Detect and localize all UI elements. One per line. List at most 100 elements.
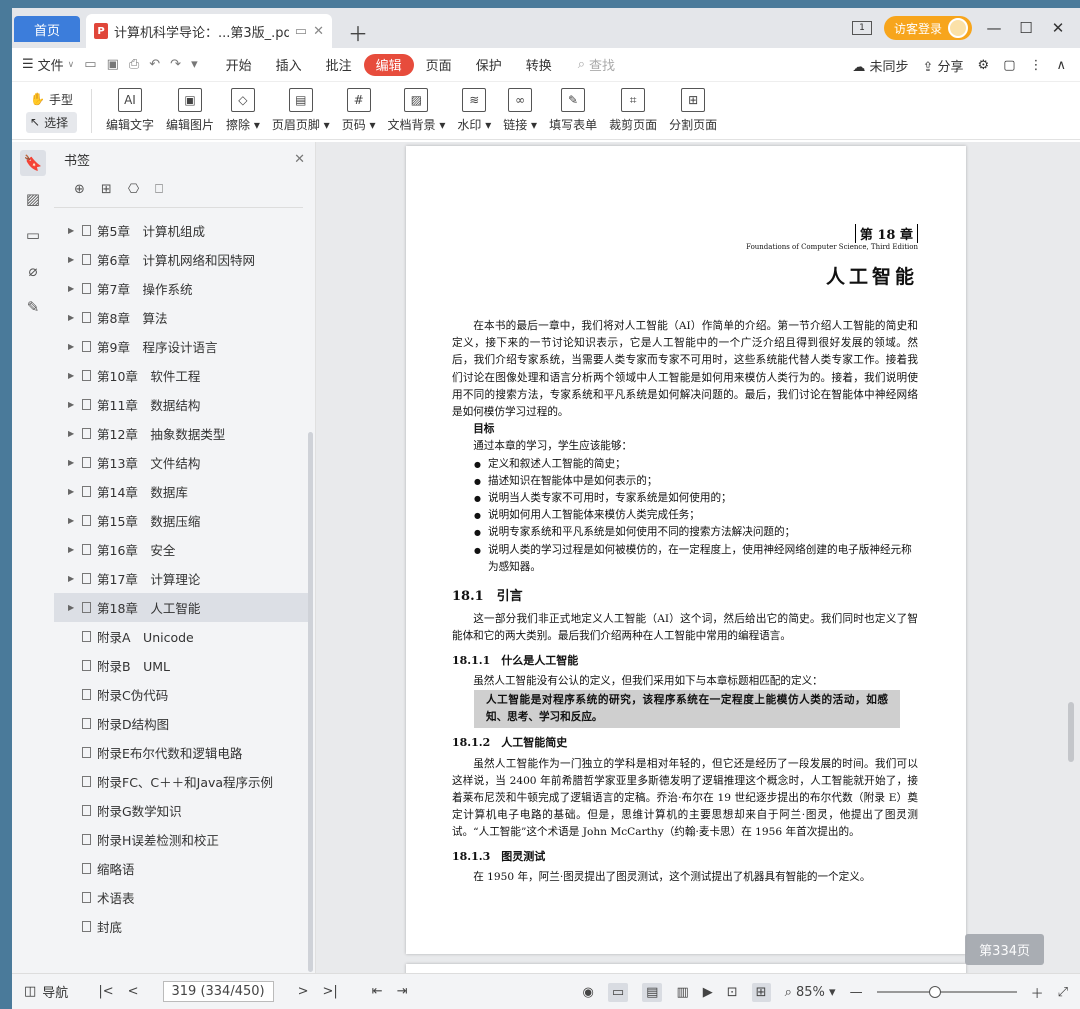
bookmark-item[interactable]: ▶ 第18章 人工智能 — [54, 593, 309, 622]
bookmark-item[interactable]: 附录FC、C＋＋和Java程序示例 — [54, 767, 309, 796]
minimize-button[interactable]: — — [984, 19, 1004, 37]
window-layout-icon[interactable]: 1 — [851, 21, 872, 35]
save-icon[interactable]: ▣ — [107, 57, 119, 72]
sync-button[interactable]: ☁ 未同步 — [852, 56, 908, 75]
continuous-view-icon[interactable]: ▤ — [642, 982, 663, 1002]
zoom-slider[interactable] — [876, 986, 1017, 998]
add-child-bookmark-icon[interactable]: ⊞ — [101, 182, 112, 197]
print-icon[interactable]: ⎙ — [129, 57, 139, 72]
single-page-view-icon[interactable]: ▭ — [607, 982, 629, 1002]
menu-item-3[interactable]: 编辑 — [363, 53, 414, 76]
bookmark-scrollbar[interactable] — [308, 432, 313, 972]
bookmark-item[interactable]: 附录H误差检测和校正 — [54, 825, 309, 854]
navigation-toggle[interactable]: ◫ 导航 — [24, 982, 68, 1001]
bookmark-item[interactable]: 附录E布尔代数和逻辑电路 — [54, 738, 309, 767]
expand-arrow-icon[interactable]: ▶ — [68, 226, 78, 235]
last-page-icon[interactable]: >| — [323, 984, 338, 999]
ribbon-tool-3[interactable]: ▤ 页眉页脚 ▾ — [266, 88, 336, 133]
open-folder-icon[interactable]: ▭ — [84, 57, 96, 72]
search-box[interactable]: ⌕ 查找 — [578, 55, 615, 74]
settings-icon[interactable]: ⚙ — [978, 58, 990, 73]
thumbnail-icon[interactable]: ▨ — [20, 186, 46, 212]
undo-icon[interactable]: ↶ — [149, 57, 160, 72]
menu-item-2[interactable]: 批注 — [314, 54, 364, 76]
expand-arrow-icon[interactable]: ▶ — [68, 603, 78, 612]
bookmark-item[interactable]: 附录A Unicode — [54, 622, 309, 651]
expand-arrow-icon[interactable]: ▶ — [68, 313, 78, 322]
fit-page-icon[interactable]: ⊞ — [751, 982, 771, 1002]
expand-arrow-icon[interactable]: ▶ — [68, 458, 78, 467]
bookmark-item[interactable]: ▶ 第15章 数据压缩 — [54, 506, 309, 535]
new-tab-button[interactable]: ＋ — [348, 18, 368, 47]
document-viewport[interactable]: 第 18 章 Foundations of Computer Science, … — [316, 142, 1080, 973]
zoom-in-icon[interactable]: ＋ — [1031, 983, 1044, 1002]
expand-arrow-icon[interactable]: ▶ — [68, 371, 78, 380]
bookmark-item[interactable]: ▶ 第9章 程序设计语言 — [54, 332, 309, 361]
dual-page-view-icon[interactable]: ▥ — [676, 985, 688, 1000]
bookmark-item[interactable]: ▶ 第14章 数据库 — [54, 477, 309, 506]
prev-page-icon[interactable]: < — [128, 984, 139, 999]
guest-login-button[interactable]: 访客登录 — [883, 16, 972, 40]
bookmark-item[interactable]: ▶ 第13章 文件结构 — [54, 448, 309, 477]
bookmark-item[interactable]: ▶ 第11章 数据结构 — [54, 390, 309, 419]
bookmark-panel-icon[interactable]: 🔖 — [20, 150, 46, 176]
bookmark-add-icon[interactable]: ⎔ — [128, 182, 139, 197]
collapse-ribbon-icon[interactable]: ∧ — [1056, 58, 1066, 73]
expand-arrow-icon[interactable]: ▶ — [68, 284, 78, 293]
bookmark-item[interactable]: 封底 — [54, 912, 309, 941]
bookmark-item[interactable]: 缩略语 — [54, 854, 309, 883]
tab-document[interactable]: P 计算机科学导论：...第3版_.pdf ▭ ✕ — [86, 14, 332, 48]
bookmark-item[interactable]: ▶ 第12章 抽象数据类型 — [54, 419, 309, 448]
menu-item-4[interactable]: 页面 — [414, 54, 464, 76]
zoom-slider-knob[interactable] — [928, 986, 941, 998]
ribbon-tool-10[interactable]: ⊞ 分割页面 — [663, 88, 723, 133]
add-bookmark-icon[interactable]: ⊕ — [74, 182, 85, 197]
ribbon-tool-9[interactable]: ⌗ 裁剪页面 — [603, 88, 663, 133]
file-menu[interactable]: ☰ 文件 ∨ — [22, 55, 74, 74]
signature-icon[interactable]: ✎ — [20, 294, 46, 320]
menu-item-1[interactable]: 插入 — [264, 54, 314, 76]
bookmark-item[interactable]: ▶ 第6章 计算机网络和因特网 — [54, 245, 309, 274]
bookmark-item[interactable]: ▶ 第16章 安全 — [54, 535, 309, 564]
redo-icon[interactable]: ↷ — [170, 57, 181, 72]
eye-protection-icon[interactable]: ◉ — [583, 985, 594, 1000]
expand-arrow-icon[interactable]: ▶ — [68, 255, 78, 264]
more-icon[interactable]: ⋮ — [1029, 58, 1042, 73]
bookmark-item[interactable]: ▶ 第8章 算法 — [54, 303, 309, 332]
bookmark-item[interactable]: ▶ 第5章 计算机组成 — [54, 216, 309, 245]
play-icon[interactable]: ▶ — [703, 985, 713, 1000]
bookmark-item[interactable]: 附录B UML — [54, 651, 309, 680]
ribbon-tool-1[interactable]: ▣ 编辑图片 — [160, 88, 220, 133]
close-tab-icon[interactable]: ✕ — [313, 24, 324, 39]
expand-arrow-icon[interactable]: ▶ — [68, 342, 78, 351]
more-dropdown-icon[interactable]: ▾ — [191, 57, 198, 72]
hand-mode-button[interactable]: ✋ 手型 — [26, 89, 77, 110]
ribbon-tool-4[interactable]: # 页码 ▾ — [336, 88, 382, 133]
close-window-button[interactable]: ✕ — [1048, 19, 1068, 37]
menu-item-0[interactable]: 开始 — [214, 54, 264, 76]
bookmark-remove-icon[interactable]: ⎕ — [155, 182, 163, 197]
menu-item-5[interactable]: 保护 — [464, 54, 514, 76]
next-page-icon[interactable]: > — [298, 984, 309, 999]
pin-icon[interactable]: ▭ — [295, 24, 307, 39]
expand-arrow-icon[interactable]: ▶ — [68, 429, 78, 438]
bookmark-item[interactable]: ▶ 第10章 软件工程 — [54, 361, 309, 390]
bookmark-item[interactable]: 术语表 — [54, 883, 309, 912]
ribbon-tool-6[interactable]: ≋ 水印 ▾ — [451, 88, 497, 133]
expand-arrow-icon[interactable]: ▶ — [68, 487, 78, 496]
attachment-icon[interactable]: ⌀ — [20, 258, 46, 284]
close-panel-icon[interactable]: ✕ — [294, 152, 305, 167]
back-icon[interactable]: ⇤ — [372, 984, 383, 999]
expand-arrow-icon[interactable]: ▶ — [68, 400, 78, 409]
document-scrollbar[interactable] — [1068, 702, 1074, 762]
comments-icon[interactable]: ▭ — [20, 222, 46, 248]
menu-item-6[interactable]: 转换 — [514, 54, 564, 76]
page-number-input[interactable]: 319 (334/450) — [162, 981, 274, 1002]
fullscreen-icon[interactable]: ⤢ — [1058, 985, 1068, 1000]
ribbon-tool-0[interactable]: AI 编辑文字 — [100, 88, 160, 133]
actual-size-icon[interactable]: ⊡ — [727, 985, 738, 1000]
bookmark-item[interactable]: ▶ 第17章 计算理论 — [54, 564, 309, 593]
share-button[interactable]: ⇪ 分享 — [922, 56, 963, 75]
bookmark-item[interactable]: 附录C伪代码 — [54, 680, 309, 709]
zoom-dropdown[interactable]: ⌕ 85% ▾ — [785, 985, 836, 1000]
